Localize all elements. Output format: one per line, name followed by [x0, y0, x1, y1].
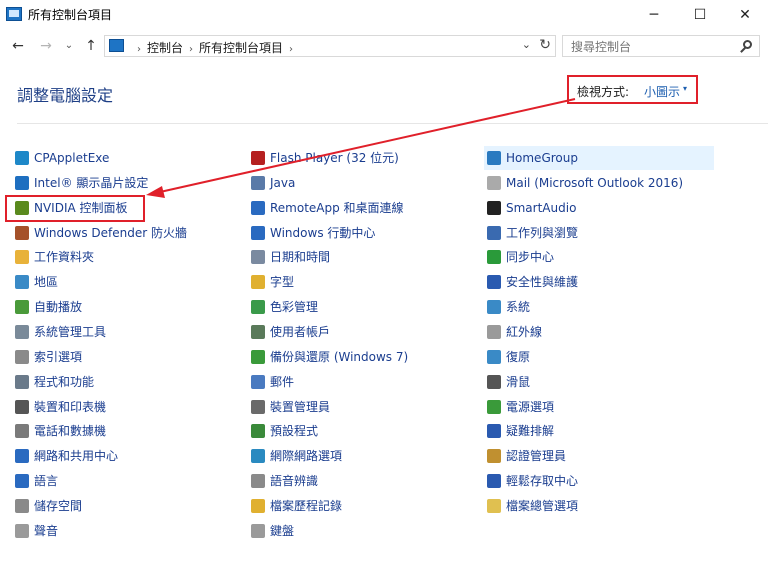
arrow-line: [159, 98, 576, 193]
arrow-head: [146, 186, 165, 198]
annotation-arrow: [146, 98, 576, 198]
